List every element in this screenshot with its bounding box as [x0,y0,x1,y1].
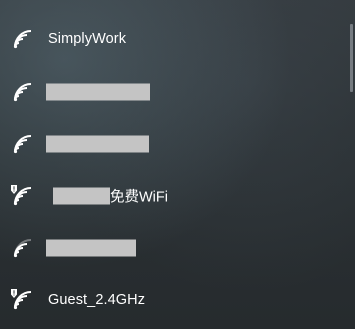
scrollbar[interactable] [345,0,355,329]
network-ssid-suffix: 免费WiFi [110,189,168,206]
network-item-redacted[interactable] [0,118,345,170]
network-item-free-wifi[interactable]: 免费WiFi [0,170,345,222]
network-item-simplywork[interactable]: SimplyWork [0,13,345,65]
redacted-ssid [46,239,136,257]
wifi-signal-icon [10,237,38,259]
network-flyout: SimplyWork 免费WiFi Guest_2.4GHz [0,0,355,329]
scrollbar-thumb[interactable] [350,24,353,92]
redacted-ssid [46,135,149,153]
redacted-ssid [46,83,150,100]
wifi-open-network-icon [10,185,38,207]
network-ssid: SimplyWork [48,31,127,47]
redacted-ssid-prefix [53,187,110,205]
wifi-signal-icon [10,28,38,50]
network-item-guest-2-4ghz[interactable]: Guest_2.4GHz [0,274,345,326]
network-list: SimplyWork 免费WiFi Guest_2.4GHz [0,13,345,326]
wifi-open-network-icon [10,289,38,311]
wifi-signal-icon [10,81,38,103]
wifi-signal-icon [10,133,38,155]
network-item-redacted[interactable] [0,65,345,118]
network-ssid: Guest_2.4GHz [48,292,146,308]
network-item-redacted[interactable] [0,222,345,274]
